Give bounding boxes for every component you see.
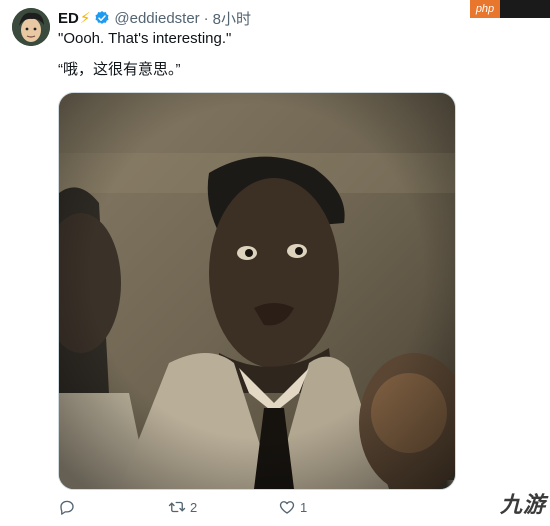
tweet-actions: 2 1: [58, 498, 358, 520]
watermark-dark-block: [500, 0, 550, 18]
tweet-timestamp[interactable]: 8小时: [213, 8, 251, 29]
tweet-text-english: "Oooh. That's interesting.": [58, 30, 232, 47]
php-watermark: php: [470, 0, 500, 18]
tweet-media-image[interactable]: [58, 92, 456, 490]
reply-button[interactable]: [58, 498, 80, 516]
tweet-text-chinese: “哦，这很有意思。”: [58, 61, 181, 78]
verified-badge-icon: [95, 11, 109, 24]
retweet-button[interactable]: 2: [168, 498, 197, 516]
tweet-header: ED ⚡ @eddiedster · 8小时: [58, 8, 251, 28]
vintage-photo: [59, 93, 455, 489]
author-name[interactable]: ED: [58, 10, 79, 27]
like-count: 1: [300, 499, 308, 515]
heart-icon: [279, 501, 295, 514]
author-avatar[interactable]: [12, 8, 50, 46]
like-button[interactable]: 1: [278, 498, 307, 516]
lightning-icon: ⚡: [79, 10, 91, 27]
retweet-count: 2: [190, 499, 198, 515]
author-handle[interactable]: @eddiedster: [114, 10, 199, 27]
separator-dot: ·: [203, 9, 209, 27]
avatar-image: [12, 8, 50, 46]
jiuyou-watermark: 九游: [446, 480, 550, 526]
jiuyou-watermark-text: 九游: [499, 492, 546, 517]
reply-icon: [60, 500, 74, 515]
retweet-icon: [168, 501, 186, 513]
